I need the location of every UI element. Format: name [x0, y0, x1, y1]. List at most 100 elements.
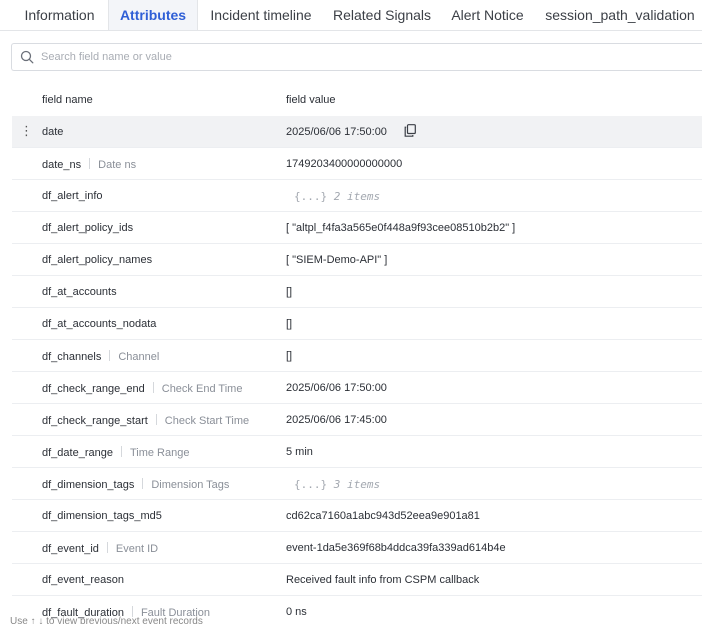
attributes-table-body: ⋮ date 2025/06/06 17:50:00⋮ date_ns Date ns 1…: [12, 116, 702, 624]
copy-icon[interactable]: [404, 124, 416, 137]
field-key: df_dimension_tags: [42, 479, 135, 491]
table-row[interactable]: ⋮df_check_range_startCheck Start Time202…: [12, 404, 702, 436]
field-name: df_dimension_tags Dimension Tags: [42, 478, 229, 491]
table-row[interactable]: ⋮df_at_accounts[]: [12, 276, 702, 308]
field-value: 0 ns: [286, 606, 307, 618]
field-key: df_alert_info: [42, 190, 103, 202]
field-value: 2025/06/06 17:50:00: [286, 382, 387, 394]
alias-divider: [89, 158, 91, 169]
object-preview: {...}: [294, 190, 328, 203]
object-item-count: 2 items: [333, 190, 381, 203]
column-header-field-value: field value: [286, 94, 336, 106]
table-row[interactable]: ⋮df_alert_info{...} 2 items: [12, 180, 702, 212]
value-text: 2025/06/06 17:45:00: [286, 414, 387, 426]
field-value[interactable]: {...} 3 items: [294, 478, 380, 491]
tab-alert-notice[interactable]: Alert Notice: [440, 0, 535, 30]
object-preview: {...}: [294, 478, 328, 491]
value-text: 1749203400000000000: [286, 158, 403, 170]
value-text: 2025/06/06 17:50:00: [286, 126, 387, 138]
field-key: df_event_id: [42, 543, 99, 555]
field-key: date: [42, 126, 64, 138]
field-key: df_alert_policy_names: [42, 254, 153, 266]
alias-divider: [106, 542, 108, 553]
value-text: cd62ca7160a1abc943d52eea9e901a81: [286, 510, 480, 522]
field-value: event-1da5e369f68b4ddca39fa339ad614b4e: [286, 542, 506, 554]
field-name: df_at_accounts_nodata: [42, 318, 156, 330]
table-header: field name field value: [12, 84, 702, 116]
field-alias: Channel: [118, 351, 160, 363]
table-row[interactable]: ⋮df_event_idEvent IDevent-1da5e369f68b4d…: [12, 532, 702, 564]
field-key: df_event_reason: [42, 574, 124, 586]
field-value: [ "altpl_f4fa3a565e0f448a9f93cee08510b2b…: [286, 222, 515, 234]
field-alias: Check End Time: [161, 383, 243, 395]
field-key: df_check_range_end: [42, 383, 145, 395]
table-row[interactable]: ⋮df_alert_policy_ids[ "altpl_f4fa3a565e0…: [12, 212, 702, 244]
alias-divider: [152, 382, 154, 393]
value-text: 5 min: [286, 446, 313, 458]
field-alias: Time Range: [129, 447, 190, 459]
alias-divider: [120, 446, 122, 457]
field-value: []: [286, 286, 292, 298]
table-row[interactable]: ⋮df_dimension_tags_md5cd62ca7160a1abc943…: [12, 500, 702, 532]
field-alias: Check Start Time: [164, 415, 250, 427]
table-row[interactable]: ⋮df_at_accounts_nodata[]: [12, 308, 702, 340]
table-row[interactable]: ⋮df_event_reasonReceived fault info from…: [12, 564, 702, 596]
field-name: df_at_accounts: [42, 286, 117, 298]
field-name: df_date_range Time Range: [42, 446, 189, 459]
alias-divider: [155, 414, 157, 425]
field-value: cd62ca7160a1abc943d52eea9e901a81: [286, 510, 480, 522]
table-row[interactable]: ⋮df_dimension_tagsDimension Tags{...} 3 …: [12, 468, 702, 500]
field-alias: Dimension Tags: [151, 479, 230, 491]
field-value: []: [286, 350, 292, 362]
field-name: df_check_range_start Check Start Time: [42, 414, 249, 427]
field-value: 5 min: [286, 446, 313, 458]
field-alias: Event ID: [115, 543, 159, 555]
field-name: df_event_reason: [42, 574, 124, 586]
field-key: date_ns: [42, 159, 82, 171]
field-name: date: [42, 126, 63, 138]
field-key: df_channels: [42, 351, 102, 363]
value-text: [ "SIEM-Demo-API" ]: [286, 254, 388, 266]
alias-divider: [142, 478, 144, 489]
field-name: df_alert_info: [42, 190, 103, 202]
table-row[interactable]: ⋮df_channelsChannel[]: [12, 340, 702, 372]
field-alias: Date ns: [98, 159, 137, 171]
field-key: df_check_range_start: [42, 415, 148, 427]
tab-related-signals[interactable]: Related Signals: [324, 0, 440, 30]
tab-information[interactable]: Information: [0, 0, 119, 30]
value-text: 2025/06/06 17:50:00: [286, 382, 387, 394]
search-icon: [20, 50, 34, 64]
value-text: 0 ns: [286, 606, 307, 618]
value-text: []: [286, 350, 293, 362]
field-value: [ "SIEM-Demo-API" ]: [286, 254, 387, 266]
field-name: df_dimension_tags_md5: [42, 510, 162, 522]
field-name: df_alert_policy_ids: [42, 222, 133, 234]
field-value: 2025/06/06 17:50:00: [286, 126, 387, 138]
tab-incident-timeline[interactable]: Incident timeline: [198, 0, 324, 30]
table-row[interactable]: ⋮df_alert_policy_names[ "SIEM-Demo-API" …: [12, 244, 702, 276]
value-text: event-1da5e369f68b4ddca39fa339ad614b4e: [286, 542, 506, 554]
field-value: 2025/06/06 17:45:00: [286, 414, 387, 426]
value-text: [ "altpl_f4fa3a565e0f448a9f93cee08510b2b…: [286, 222, 516, 234]
more-options-icon[interactable]: ⋮: [20, 124, 33, 138]
tab-session-path-validation[interactable]: session_path_validation: [535, 0, 702, 30]
search-box: [11, 43, 702, 71]
field-key: df_dimension_tags_md5: [42, 510, 162, 522]
field-value[interactable]: {...} 2 items: [294, 190, 380, 203]
tab-attributes[interactable]: Attributes: [108, 0, 198, 30]
field-value: []: [286, 318, 292, 330]
field-key: df_alert_policy_ids: [42, 222, 134, 234]
table-row[interactable]: ⋮date_nsDate ns1749203400000000000: [12, 148, 702, 180]
table-row[interactable]: ⋮ date 2025/06/06 17:50:00: [12, 116, 702, 148]
table-row[interactable]: ⋮df_check_range_endCheck End Time2025/06…: [12, 372, 702, 404]
tab-bar: Information Incident timeline Related Si…: [0, 0, 702, 31]
value-text: Received fault info from CSPM callback: [286, 574, 480, 586]
search-input[interactable]: [41, 48, 681, 66]
keyboard-hint: Use ↑ ↓ to view previous/next event reco…: [10, 616, 203, 624]
table-row[interactable]: ⋮df_date_rangeTime Range5 min: [12, 436, 702, 468]
field-name: date_ns Date ns: [42, 158, 136, 171]
field-key: df_at_accounts: [42, 286, 117, 298]
field-key: df_date_range: [42, 447, 113, 459]
alias-divider: [109, 350, 111, 361]
object-item-count: 3 items: [333, 478, 381, 491]
